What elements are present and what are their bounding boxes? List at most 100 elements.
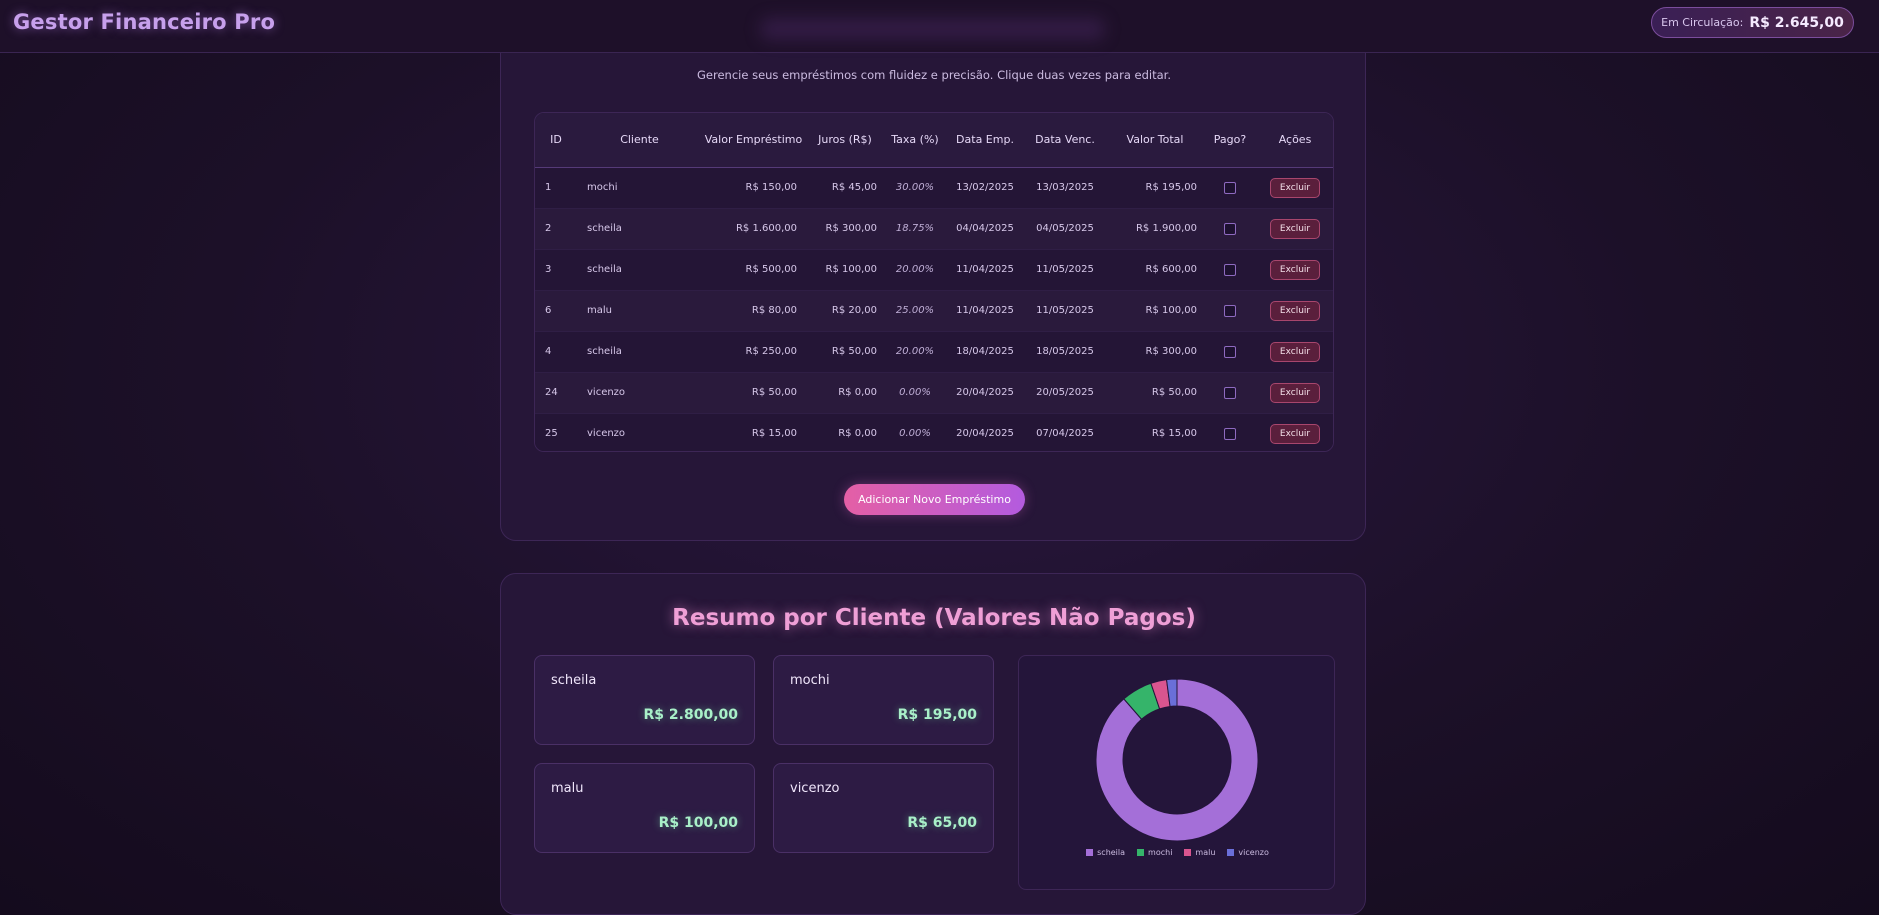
cell-cliente: scheila <box>587 223 622 234</box>
client-name: scheila <box>551 673 597 688</box>
paid-checkbox[interactable] <box>1224 345 1236 358</box>
cell-taxa: 18.75% <box>895 223 935 234</box>
cell-valor: R$ 15,00 <box>751 428 797 439</box>
cell-data-emp: 11/04/2025 <box>956 264 1014 275</box>
cell-id: 4 <box>545 346 552 357</box>
legend-label: malu <box>1195 848 1216 857</box>
doughnut-svg <box>1095 678 1259 842</box>
cell-acoes: Excluir <box>1255 208 1333 249</box>
client-summary-card: scheila R$ 2.800,00 <box>534 655 755 745</box>
client-unpaid-value: R$ 100,00 <box>658 815 738 831</box>
client-unpaid-value: R$ 2.800,00 <box>643 707 738 723</box>
cell-pago <box>1205 413 1255 451</box>
delete-button[interactable]: Excluir <box>1269 423 1321 444</box>
client-unpaid-value: R$ 195,00 <box>897 707 977 723</box>
cell-data-venc: 04/05/2025 <box>1036 223 1094 234</box>
client-summary-card: mochi R$ 195,00 <box>773 655 994 745</box>
header-col-taxa: Taxa (%) <box>891 133 939 147</box>
header-col-cliente: Cliente <box>620 133 659 147</box>
cell-taxa: 20.00% <box>895 264 935 275</box>
cell-data-emp: 13/02/2025 <box>956 182 1014 193</box>
cell-id: 1 <box>545 182 552 193</box>
table-row[interactable]: 25 vicenzo R$ 15,00 R$ 0,00 0.00% 20/04/2025 0… <box>535 413 1333 451</box>
circulation-label: Em Circulação: <box>1661 16 1744 29</box>
table-row[interactable]: 4 scheila R$ 250,00 R$ 50,00 20.00% 18/04/202… <box>535 331 1333 372</box>
client-summary-card: malu R$ 100,00 <box>534 763 755 853</box>
cell-taxa: 20.00% <box>895 346 935 357</box>
circulation-badge: Em Circulação: R$ 2.645,00 <box>1651 7 1854 38</box>
cell-data-venc: 11/05/2025 <box>1036 264 1094 275</box>
client-name: mochi <box>790 673 830 688</box>
cell-id: 25 <box>545 428 558 439</box>
paid-checkbox[interactable] <box>1224 427 1236 440</box>
cell-pago <box>1205 167 1255 208</box>
header-col-juros: Juros (R$) <box>818 133 872 147</box>
delete-button[interactable]: Excluir <box>1269 259 1321 280</box>
table-row[interactable]: 6 malu R$ 80,00 R$ 20,00 25.00% 11/04/2025 11/… <box>535 290 1333 331</box>
cell-juros: R$ 100,00 <box>825 264 877 275</box>
cell-pago <box>1205 372 1255 413</box>
cell-total: R$ 600,00 <box>1145 264 1197 275</box>
loans-subtitle: Gerencie seus empréstimos com fluidez e … <box>697 68 1171 82</box>
paid-checkbox[interactable] <box>1224 304 1236 317</box>
cell-valor: R$ 500,00 <box>745 264 797 275</box>
cell-data-venc: 20/05/2025 <box>1036 387 1094 398</box>
summary-title: Resumo por Cliente (Valores Não Pagos) <box>672 605 1196 631</box>
legend-item-vicenzo[interactable]: vicenzo <box>1227 848 1269 857</box>
delete-button[interactable]: Excluir <box>1269 382 1321 403</box>
cell-juros: R$ 45,00 <box>831 182 877 193</box>
cell-valor: R$ 1.600,00 <box>735 223 797 234</box>
delete-button[interactable]: Excluir <box>1269 300 1321 321</box>
cell-total: R$ 15,00 <box>1151 428 1197 439</box>
cell-total: R$ 1.900,00 <box>1135 223 1197 234</box>
header-col-total: Valor Total <box>1126 133 1184 147</box>
cell-juros: R$ 50,00 <box>831 346 877 357</box>
cell-taxa: 0.00% <box>899 387 931 398</box>
legend-swatch <box>1086 849 1094 856</box>
cell-pago <box>1205 249 1255 290</box>
cell-pago <box>1205 331 1255 372</box>
cell-data-venc: 13/03/2025 <box>1036 182 1094 193</box>
cell-data-emp: 04/04/2025 <box>956 223 1014 234</box>
delete-button[interactable]: Excluir <box>1269 177 1321 198</box>
cell-data-emp: 20/04/2025 <box>956 428 1014 439</box>
cell-total: R$ 195,00 <box>1145 182 1197 193</box>
table-row[interactable]: 1 mochi R$ 150,00 R$ 45,00 30.00% 13/02/2025 1… <box>535 167 1333 208</box>
cell-data-emp: 20/04/2025 <box>956 387 1014 398</box>
cell-acoes: Excluir <box>1255 290 1333 331</box>
legend-swatch <box>1184 849 1192 856</box>
cell-total: R$ 50,00 <box>1151 387 1197 398</box>
legend-item-scheila[interactable]: scheila <box>1086 848 1125 857</box>
paid-checkbox[interactable] <box>1224 222 1236 235</box>
paid-checkbox[interactable] <box>1224 386 1236 399</box>
cell-acoes: Excluir <box>1255 413 1333 451</box>
add-loan-button[interactable]: Adicionar Novo Empréstimo <box>844 484 1025 515</box>
cell-juros: R$ 0,00 <box>838 428 877 439</box>
paid-checkbox[interactable] <box>1224 263 1236 276</box>
cell-cliente: malu <box>587 305 612 316</box>
delete-button[interactable]: Excluir <box>1269 341 1321 362</box>
legend-item-mochi[interactable]: mochi <box>1137 848 1172 857</box>
cell-cliente: scheila <box>587 346 622 357</box>
table-row[interactable]: 24 vicenzo R$ 50,00 R$ 0,00 0.00% 20/04/2025 2… <box>535 372 1333 413</box>
cell-valor: R$ 80,00 <box>751 305 797 316</box>
legend-swatch <box>1137 849 1145 856</box>
blurred-page-title <box>760 18 1105 40</box>
delete-button[interactable]: Excluir <box>1269 218 1321 239</box>
top-bar: Gestor Financeiro Pro Em Circulação: R$ … <box>0 0 1879 53</box>
cell-data-emp: 11/04/2025 <box>956 305 1014 316</box>
legend-label: scheila <box>1097 848 1126 857</box>
paid-checkbox[interactable] <box>1224 181 1236 194</box>
client-doughnut-chart: scheila mochi malu vicenzo <box>1018 655 1335 890</box>
legend-swatch <box>1227 849 1235 856</box>
cell-cliente: mochi <box>587 182 618 193</box>
cell-acoes: Excluir <box>1255 372 1333 413</box>
cell-pago <box>1205 290 1255 331</box>
table-row[interactable]: 2 scheila R$ 1.600,00 R$ 300,00 18.75% 04/04/… <box>535 208 1333 249</box>
table-row[interactable]: 3 scheila R$ 500,00 R$ 100,00 20.00% 11/04/20… <box>535 249 1333 290</box>
loans-card: Gerencie seus empréstimos com fluidez e … <box>500 40 1366 541</box>
chart-legend: scheila mochi malu vicenzo <box>1019 848 1336 857</box>
cell-id: 3 <box>545 264 552 275</box>
legend-item-malu[interactable]: malu <box>1184 848 1215 857</box>
loans-table-container: ID Cliente Valor Empréstimo Juros (R$) Taxa … <box>534 112 1334 452</box>
